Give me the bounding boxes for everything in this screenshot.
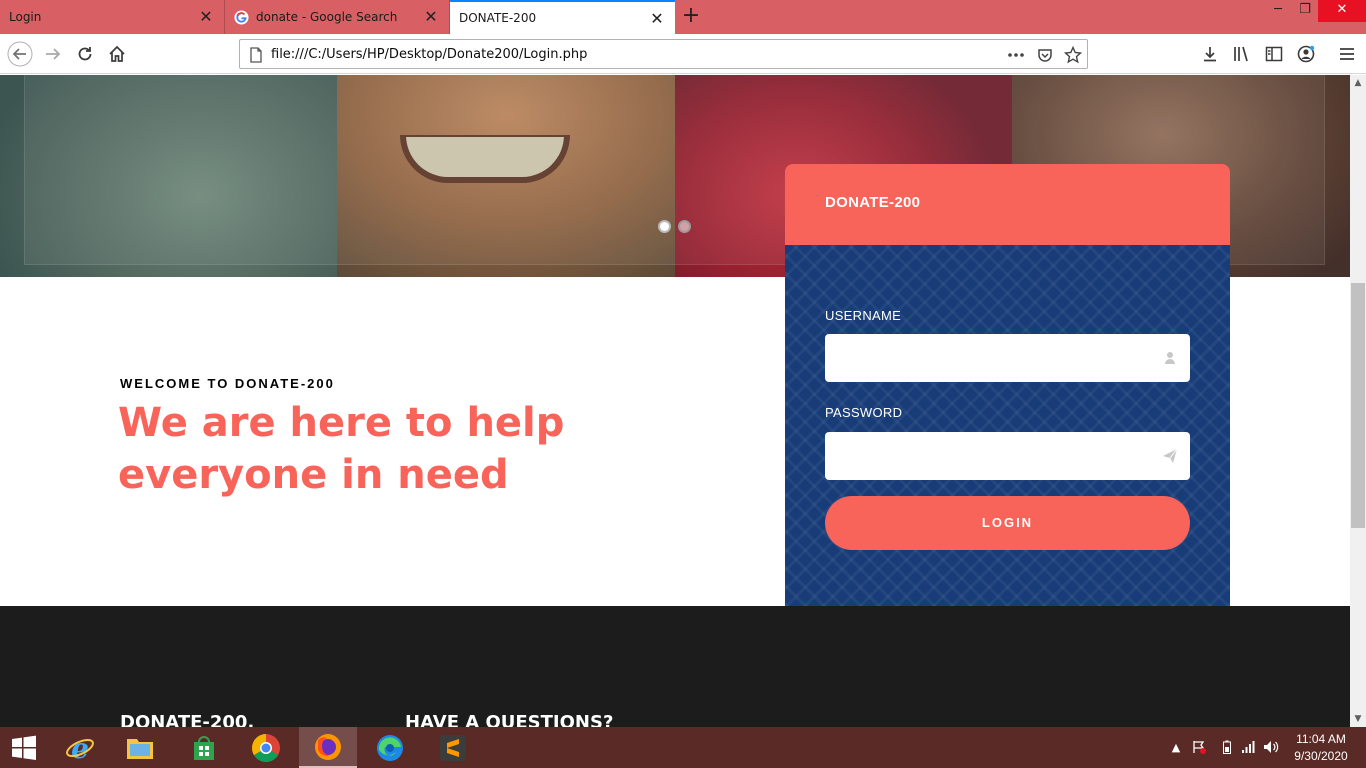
scrollbar-thumb[interactable] xyxy=(1351,283,1365,528)
tab-google-search[interactable]: donate - Google Search ✕ xyxy=(225,0,450,34)
edge-icon[interactable] xyxy=(361,727,419,768)
library-icon[interactable] xyxy=(1228,40,1256,68)
url-text: file:///C:/Users/HP/Desktop/Donate200/Lo… xyxy=(271,47,588,62)
internet-explorer-icon[interactable]: e xyxy=(51,727,109,768)
chrome-icon[interactable] xyxy=(237,727,295,768)
paper-plane-icon xyxy=(1163,448,1178,463)
more-actions-icon[interactable] xyxy=(1007,46,1025,64)
sidebar-icon[interactable] xyxy=(1260,40,1288,68)
footer: DONATE-200. HAVE A QUESTIONS? xyxy=(0,606,1350,727)
login-card-title: DONATE-200 xyxy=(825,194,921,211)
login-button[interactable]: LOGIN xyxy=(825,496,1190,550)
taskbar: e ▲ 11:04 AM 9/30/2020 xyxy=(0,727,1366,768)
login-card: DONATE-200 USERNAME PASSWORD LOGIN xyxy=(785,164,1230,606)
footer-questions-heading: HAVE A QUESTIONS? xyxy=(405,712,614,727)
scroll-down-icon[interactable]: ▼ xyxy=(1350,711,1366,727)
file-explorer-icon[interactable] xyxy=(111,727,169,768)
action-center-flag-icon[interactable] xyxy=(1191,739,1207,755)
tab-login[interactable]: Login ✕ xyxy=(0,0,225,34)
sublime-text-icon[interactable] xyxy=(424,727,482,768)
store-icon[interactable] xyxy=(175,727,233,768)
clock-date: 9/30/2020 xyxy=(1294,749,1348,763)
login-card-header: DONATE-200 xyxy=(785,164,1230,245)
forward-icon[interactable] xyxy=(39,40,67,68)
firefox-icon[interactable] xyxy=(299,727,357,768)
google-icon xyxy=(234,10,249,25)
bookmark-star-icon[interactable] xyxy=(1064,46,1082,64)
close-icon[interactable]: ✕ xyxy=(423,9,439,25)
carousel-dot-1[interactable] xyxy=(658,220,671,233)
reload-icon[interactable] xyxy=(71,40,99,68)
windows-start-icon[interactable] xyxy=(0,727,48,768)
address-bar[interactable]: file:///C:/Users/HP/Desktop/Donate200/Lo… xyxy=(239,39,1088,69)
home-icon[interactable] xyxy=(103,40,131,68)
password-input[interactable] xyxy=(825,432,1190,480)
page-icon xyxy=(250,47,262,63)
clock[interactable]: 11:04 AM 9/30/2020 xyxy=(1286,731,1356,765)
tab-donate-200[interactable]: DONATE-200 ✕ xyxy=(450,0,675,34)
password-label: PASSWORD xyxy=(825,405,903,420)
network-icon[interactable] xyxy=(1240,739,1256,755)
window-close-icon[interactable]: ✕ xyxy=(1318,0,1366,22)
username-input[interactable] xyxy=(825,334,1190,382)
svg-text:e: e xyxy=(71,733,89,763)
tab-strip: Login ✕ donate - Google Search ✕ DONATE-… xyxy=(0,0,1366,34)
login-form: USERNAME PASSWORD LOGIN xyxy=(785,245,1230,606)
page-viewport: WELCOME TO DONATE-200 We are here to hel… xyxy=(0,75,1350,727)
welcome-subtitle: WELCOME TO DONATE-200 xyxy=(120,376,335,391)
new-tab-icon[interactable]: + xyxy=(680,5,702,27)
clock-time: 11:04 AM xyxy=(1296,732,1346,746)
pocket-icon[interactable] xyxy=(1036,46,1054,64)
menu-icon[interactable] xyxy=(1333,40,1361,68)
battery-icon[interactable] xyxy=(1219,739,1235,755)
account-icon[interactable] xyxy=(1292,40,1320,68)
tab-title: DONATE-200 xyxy=(459,11,537,25)
user-icon xyxy=(1165,352,1175,364)
tab-title: donate - Google Search xyxy=(256,10,398,24)
footer-brand-heading: DONATE-200. xyxy=(120,712,255,727)
carousel-dot-2[interactable] xyxy=(678,220,691,233)
restore-icon[interactable]: ❐ xyxy=(1290,0,1320,22)
tab-title: Login xyxy=(9,10,42,24)
scroll-up-icon[interactable]: ▲ xyxy=(1350,75,1366,91)
close-icon[interactable]: ✕ xyxy=(198,9,214,25)
username-label: USERNAME xyxy=(825,308,902,323)
downloads-icon[interactable] xyxy=(1196,40,1224,68)
back-icon[interactable] xyxy=(6,40,34,68)
close-icon[interactable]: ✕ xyxy=(649,11,665,27)
navigation-bar: file:///C:/Users/HP/Desktop/Donate200/Lo… xyxy=(0,34,1366,74)
page-scrollbar[interactable]: ▲ ▼ xyxy=(1350,75,1366,727)
volume-icon[interactable] xyxy=(1263,739,1279,755)
welcome-headline: We are here to help everyone in need xyxy=(118,400,565,498)
minimize-icon[interactable]: ─ xyxy=(1263,0,1293,22)
show-hidden-icons-icon[interactable]: ▲ xyxy=(1168,739,1184,755)
